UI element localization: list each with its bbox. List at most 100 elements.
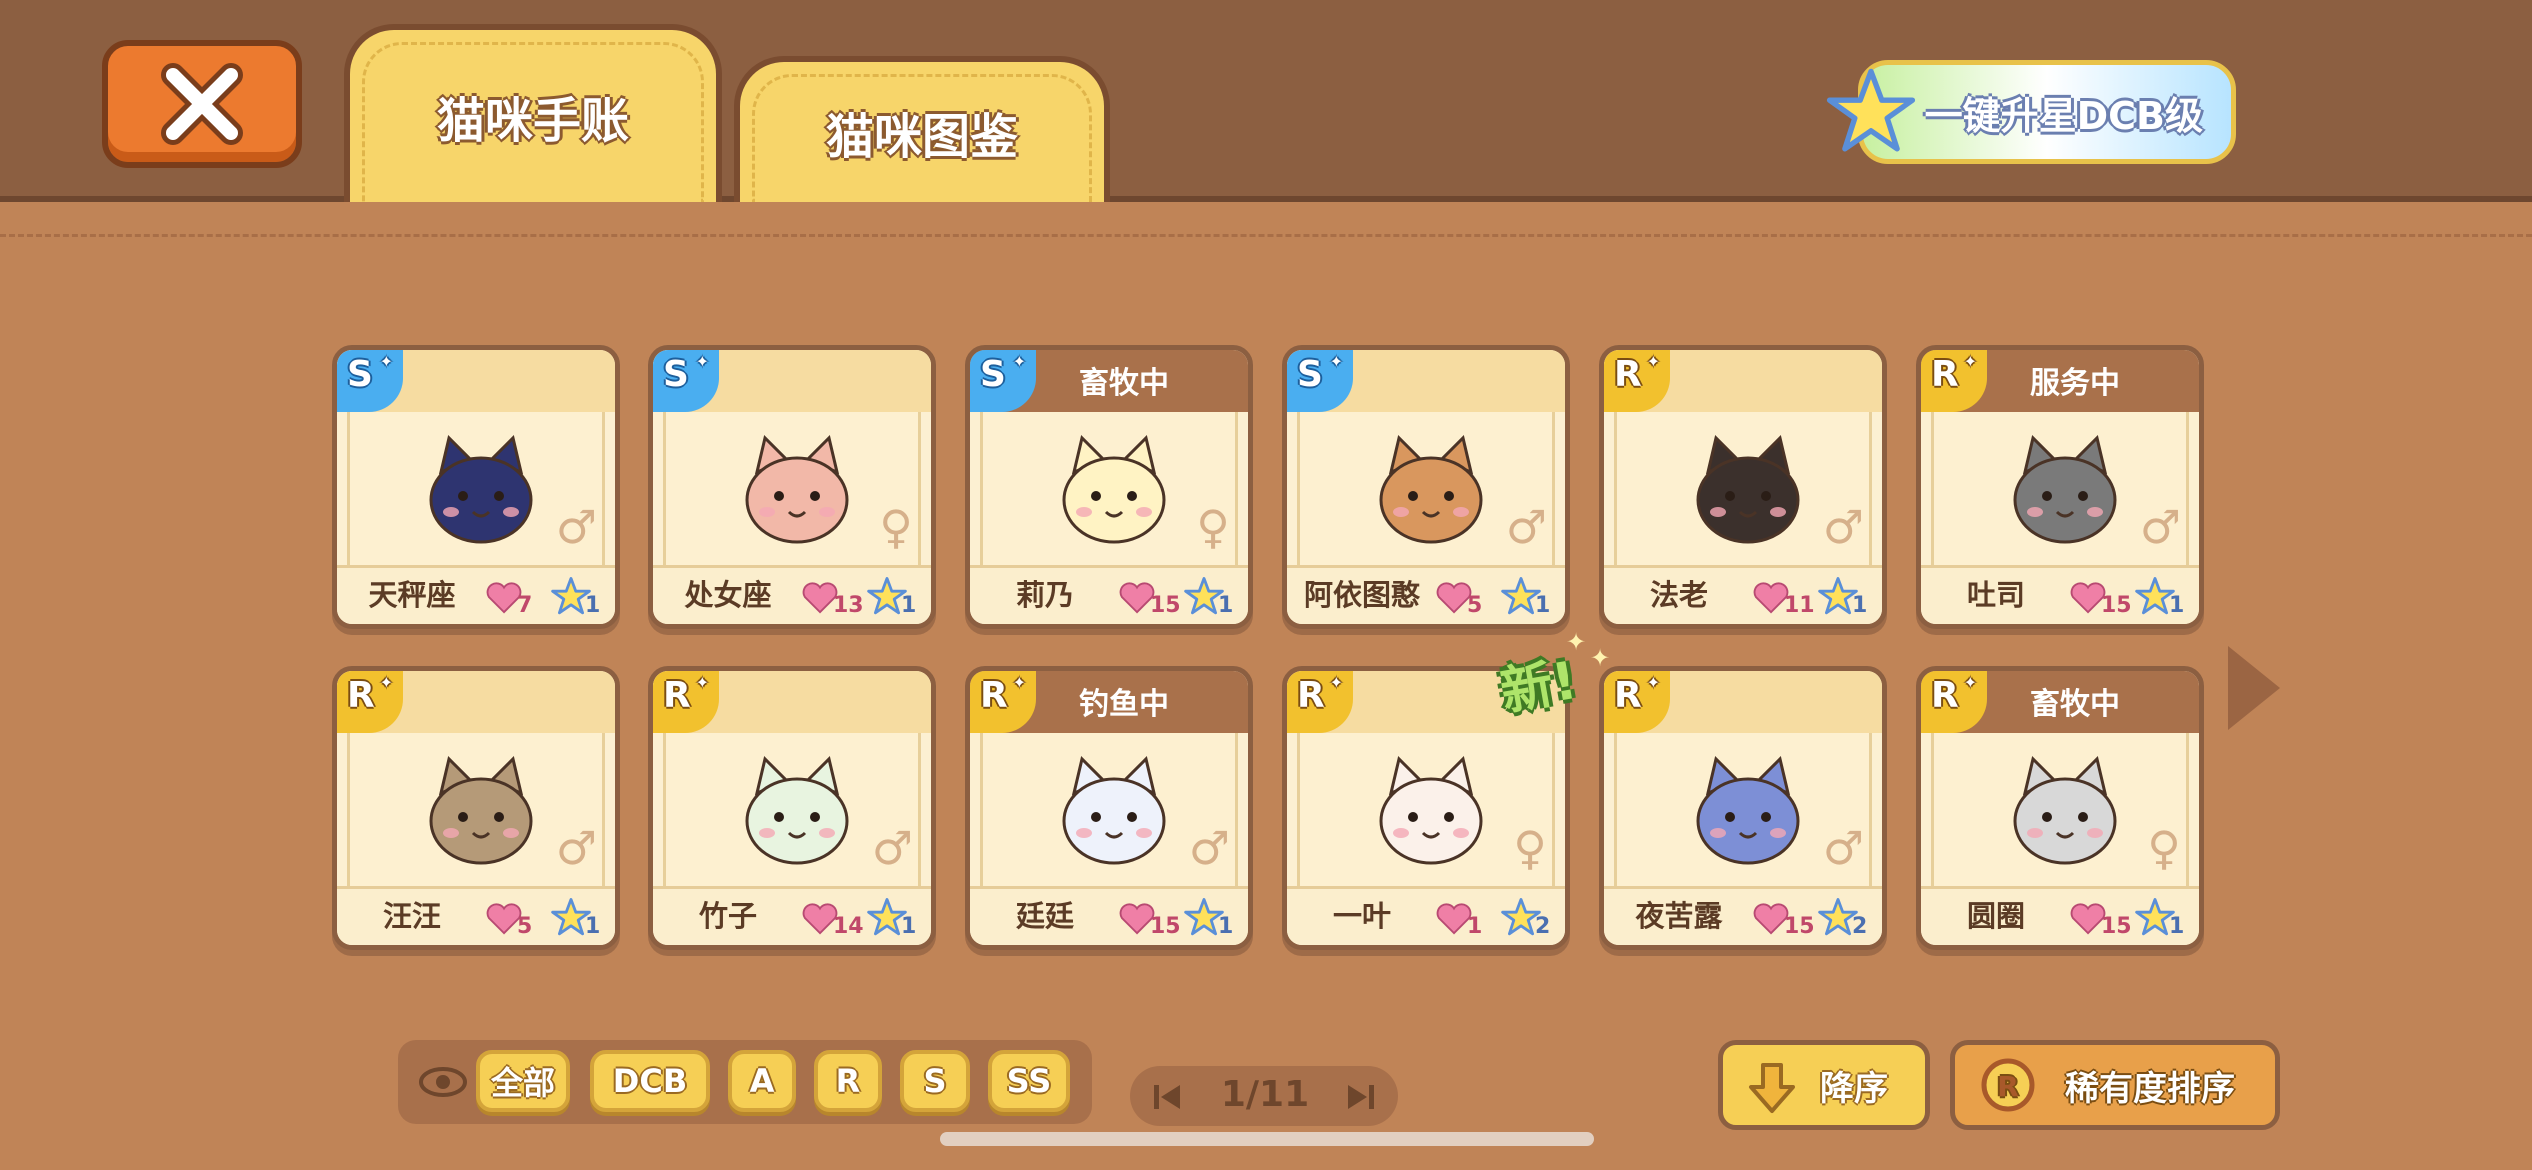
filter-a-button[interactable]: A [728, 1050, 796, 1112]
star-icon [1826, 68, 1916, 152]
eye-icon[interactable] [418, 1062, 468, 1102]
status-label: 畜牧中 [2030, 687, 2120, 722]
cat-name: 夜苦露 [1635, 899, 1723, 933]
svg-text:R: R [1997, 1070, 2019, 1103]
sort-rarity-button[interactable]: R 稀有度排序 [1950, 1040, 2280, 1130]
first-page-icon[interactable] [1152, 1082, 1182, 1112]
cat-name: 圆圈 [1966, 899, 2025, 933]
love-count: 15 [1150, 914, 1181, 939]
cat-portrait [1062, 435, 1166, 544]
cat-card[interactable]: R ✦ 钓鱼中 ♂ 廷廷 15 1 [965, 666, 1253, 950]
gender-icon: ♂ [1822, 821, 1864, 875]
star-count: 1 [1218, 593, 1234, 618]
last-page-icon[interactable] [1346, 1082, 1376, 1112]
rarity-label: R [1614, 354, 1642, 395]
status-label: 畜牧中 [1079, 366, 1169, 401]
sparkle-icon: ✦ [1566, 628, 1587, 656]
cat-card[interactable]: R ✦ 服务中 ♂ 吐司 15 1 [1916, 345, 2204, 629]
love-count: 15 [1150, 593, 1181, 618]
love-count: 13 [833, 593, 864, 618]
filter-all-button[interactable]: 全部 [476, 1050, 570, 1112]
cat-portrait [429, 435, 533, 544]
gender-icon: ♂ [1822, 500, 1864, 554]
sort-descending-button[interactable]: 降序 [1718, 1040, 1930, 1130]
love-count: 1 [1467, 914, 1483, 939]
cat-card[interactable]: S ✦ ♀ 处女座 13 1 [648, 345, 936, 629]
rarity-label: R [347, 675, 375, 716]
rarity-label: R [1614, 675, 1642, 716]
cat-portrait [745, 435, 849, 544]
star-count: 1 [585, 914, 601, 939]
next-page-arrow[interactable] [2228, 646, 2280, 730]
filter-s-button[interactable]: S [900, 1050, 970, 1112]
cat-name: 吐司 [1966, 578, 2025, 612]
rarity-r-icon: R [1981, 1058, 2035, 1112]
home-indicator [940, 1132, 1594, 1146]
tab-label: 猫咪图鉴 [825, 109, 1018, 165]
cat-name: 莉乃 [1015, 578, 1074, 612]
gender-icon: ♀ [879, 500, 913, 554]
cat-name: 法老 [1649, 578, 1708, 612]
cat-portrait [745, 756, 849, 865]
filter-dcb-button[interactable]: DCB [590, 1050, 710, 1112]
sort-desc-label: 降序 [1820, 1068, 1888, 1109]
tab-cat-journal[interactable]: 猫咪手账 [344, 24, 722, 202]
cat-portrait [1696, 435, 1800, 544]
close-button[interactable] [102, 40, 302, 168]
rarity-label: S [1297, 354, 1323, 395]
love-count: 15 [2101, 914, 2132, 939]
cat-card[interactable]: R ✦ ♂ 竹子 14 1 [648, 666, 936, 950]
star-count: 1 [901, 593, 917, 618]
filter-r-button[interactable]: R [814, 1050, 882, 1112]
cat-name: 汪汪 [382, 899, 441, 933]
love-count: 15 [1784, 914, 1815, 939]
sort-rarity-label: 稀有度排序 [2065, 1068, 2235, 1109]
cat-name: 竹子 [698, 899, 757, 933]
cat-portrait [1379, 756, 1483, 865]
rarity-label: R [1297, 675, 1325, 716]
gender-icon: ♂ [1505, 500, 1547, 554]
star-count: 1 [1535, 593, 1551, 618]
star-count: 1 [1852, 593, 1868, 618]
tab-cat-encyclopedia[interactable]: 猫咪图鉴 [734, 56, 1110, 202]
cat-portrait [2013, 756, 2117, 865]
love-count: 15 [2101, 593, 2132, 618]
arrow-down-icon [1749, 1063, 1795, 1113]
cat-card[interactable]: S ✦ ♂ 天秤座 7 1 [332, 345, 620, 629]
rarity-label: S [347, 354, 373, 395]
close-icon [161, 63, 243, 145]
love-count: 14 [833, 914, 864, 939]
tab-label: 猫咪手账 [436, 93, 629, 149]
star-count: 1 [2169, 914, 2185, 939]
cat-card[interactable]: R ✦ 畜牧中 ♀ 圆圈 15 1 [1916, 666, 2204, 950]
cat-name: 处女座 [684, 578, 772, 612]
upgrade-label: 一键升星DCB级 [1924, 93, 2203, 138]
love-count: 5 [1467, 593, 1483, 618]
cat-portrait [429, 756, 533, 865]
cat-card[interactable]: R ✦ ♂ 夜苦露 15 2 [1599, 666, 1887, 950]
gender-icon: ♂ [555, 821, 597, 875]
divider [0, 234, 2532, 237]
cat-portrait [1379, 435, 1483, 544]
star-count: 2 [1852, 914, 1868, 939]
cat-portrait [1696, 756, 1800, 865]
star-count: 2 [1535, 914, 1551, 939]
love-count: 5 [517, 914, 533, 939]
star-count: 1 [2169, 593, 2185, 618]
gender-icon: ♀ [1513, 821, 1547, 875]
cat-card[interactable]: R ✦ ♂ 法老 11 1 [1599, 345, 1887, 629]
rarity-label: S [663, 354, 689, 395]
star-count: 1 [585, 593, 601, 618]
star-count: 1 [901, 914, 917, 939]
cat-card[interactable]: S ✦ 畜牧中 ♀ 莉乃 15 1 [965, 345, 1253, 629]
gender-icon: ♂ [555, 500, 597, 554]
love-count: 7 [517, 593, 533, 618]
rarity-label: R [663, 675, 691, 716]
status-label: 服务中 [2030, 366, 2120, 401]
cat-name: 阿依图憨 [1303, 578, 1420, 612]
cat-portrait [1062, 756, 1166, 865]
cat-name: 天秤座 [368, 578, 456, 612]
filter-ss-button[interactable]: SS [988, 1050, 1070, 1112]
cat-card[interactable]: S ✦ ♂ 阿依图憨 5 1 [1282, 345, 1570, 629]
cat-card[interactable]: R ✦ ♂ 汪汪 5 1 [332, 666, 620, 950]
